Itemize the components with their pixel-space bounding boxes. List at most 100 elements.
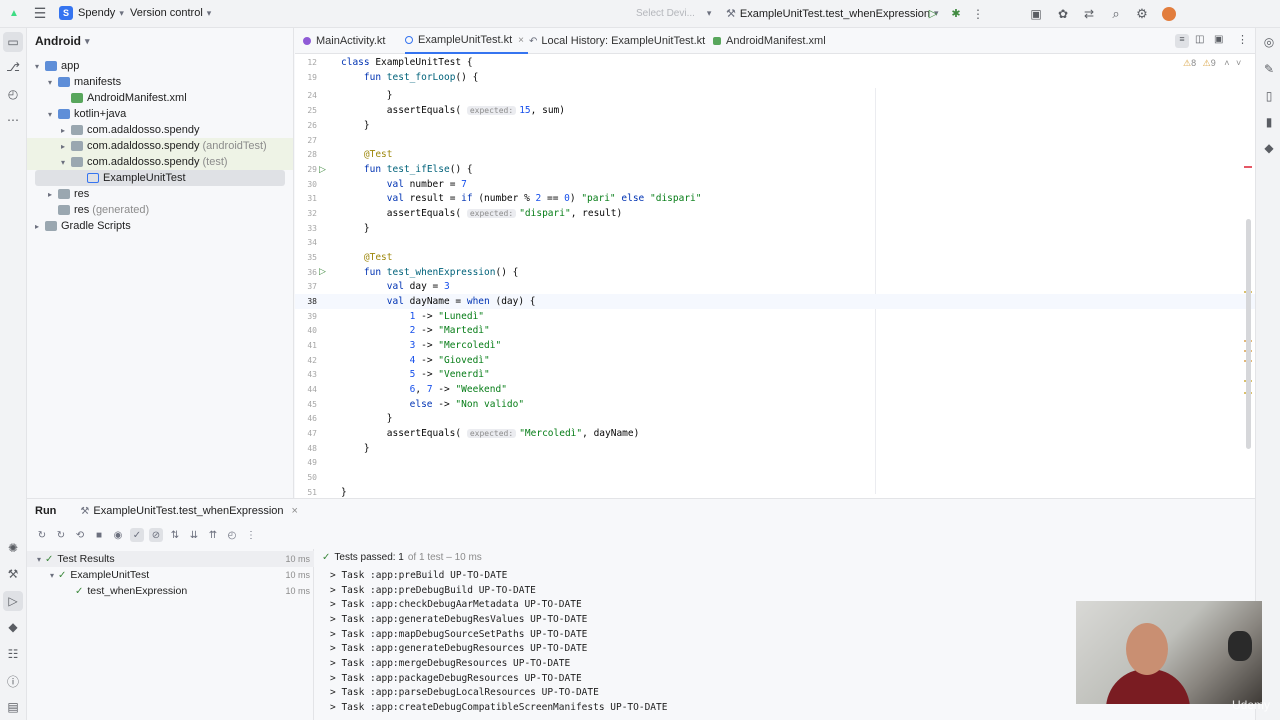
tree-item-res-generated[interactable]: res (generated) — [58, 202, 149, 218]
run-test-gutter-icon[interactable]: ▷ — [319, 164, 326, 175]
code-line: else -> "Non valido" — [409, 399, 525, 410]
plugin-icon[interactable]: ✿ — [1056, 3, 1070, 25]
chevron-right-icon: ▸ — [61, 141, 66, 151]
tab-exampleunittest[interactable]: ExampleUnitTest.kt × — [405, 28, 528, 54]
tree-item-package-test[interactable]: ▾ com.adaldosso.spendy (test) — [27, 154, 293, 170]
gemini-icon[interactable]: ◆ — [1261, 140, 1277, 156]
tree-item-label: com.adaldosso.spendy — [87, 156, 200, 168]
sort-icon[interactable]: ⇅ — [168, 528, 182, 542]
history-icon[interactable]: ◴ — [225, 528, 239, 542]
vcs-selector[interactable]: Version control ▾ — [130, 7, 211, 19]
more-tools-icon[interactable]: ⋯ — [5, 112, 21, 128]
sync-icon[interactable]: ⇄ — [1082, 3, 1096, 25]
more-tabs-icon[interactable]: ⋮ — [1237, 33, 1248, 46]
main-menu-icon[interactable]: ☰ — [32, 3, 48, 25]
stop-icon[interactable]: ■ — [92, 528, 106, 542]
run-tab-title[interactable]: Run — [35, 505, 56, 517]
collapse-all-icon[interactable]: ⇈ — [206, 528, 220, 542]
tab-androidmanifest[interactable]: AndroidManifest.xml — [713, 28, 826, 54]
problems-icon[interactable]: ⓘ — [5, 673, 21, 689]
notifications-icon[interactable]: ◎ — [1261, 34, 1277, 50]
test-class-icon — [405, 36, 413, 44]
passed-check-icon: ✓ — [45, 553, 54, 565]
code-line: fun test_whenExpression() { — [363, 267, 519, 278]
gradle-icon[interactable]: ✎ — [1261, 61, 1277, 77]
eye-icon[interactable]: ◉ — [111, 528, 125, 542]
line-number: 35 — [307, 253, 317, 262]
line-number: 40 — [307, 326, 317, 335]
tree-item-label: manifests — [74, 76, 122, 88]
test-node-label: test_whenExpression — [87, 585, 188, 597]
running-devices-icon[interactable]: ▮ — [1261, 114, 1277, 130]
tree-item-res[interactable]: ▸ res — [48, 186, 89, 202]
preview-icon[interactable]: ▣ — [1214, 34, 1223, 45]
code-line: class ExampleUnitTest { — [341, 57, 473, 68]
more-icon[interactable]: ⋮ — [244, 528, 258, 542]
code-line: fun test_forLoop() { — [363, 72, 479, 83]
bug-icon[interactable]: ✺ — [5, 540, 21, 556]
settings-gear-icon[interactable]: ⚙ — [1135, 3, 1149, 25]
rerun-icon[interactable]: ↻ — [35, 528, 49, 542]
line-number: 36 — [307, 268, 317, 277]
toggle-auto-test-icon[interactable]: ⟲ — [73, 528, 87, 542]
tree-item-gradle-scripts[interactable]: ▸ Gradle Scripts — [35, 218, 131, 234]
tree-item-androidmanifest[interactable]: AndroidManifest.xml — [71, 90, 187, 106]
terminal-icon[interactable]: ▤ — [5, 699, 21, 715]
vcs-commit-icon[interactable]: ⎇ — [5, 59, 21, 75]
console-line: > Task :app:createDebugCompatibleScreenM… — [330, 702, 668, 713]
code-line: 3 -> "Mercoledì" — [409, 340, 502, 351]
test-class-icon — [87, 173, 99, 183]
show-ignored-icon[interactable]: ⊘ — [149, 528, 163, 542]
code-line: } — [341, 487, 347, 498]
debug-icon[interactable]: ✱ — [949, 3, 963, 25]
weak-warning-icon: ⚠ — [1202, 58, 1211, 68]
test-class-node[interactable]: ▾ ✓ ExampleUnitTest 10 ms — [27, 567, 314, 583]
close-icon[interactable]: × — [518, 35, 524, 46]
inspection-widget[interactable]: ⚠8 ⚠9 ˄ ˅ — [1183, 58, 1241, 69]
device-selector[interactable]: Select Devi... ▾ — [636, 8, 711, 19]
tab-mainactivity[interactable]: MainActivity.kt — [303, 28, 385, 54]
tab-local-history[interactable]: ↶ Local History: ExampleUnitTest.kt — [529, 28, 705, 54]
folder-icon — [58, 189, 70, 199]
project-folder-icon[interactable]: ▭ — [3, 32, 23, 52]
chevron-down-icon[interactable]: ˅ — [1236, 58, 1241, 68]
project-view-selector[interactable]: Android ▾ — [27, 28, 293, 54]
run-test-gutter-icon[interactable]: ▷ — [319, 266, 326, 277]
microphone — [1228, 631, 1252, 661]
gem-icon[interactable]: ◆ — [5, 619, 21, 635]
tree-item-package-androidtest[interactable]: ▸ com.adaldosso.spendy (androidTest) — [27, 138, 293, 154]
more-actions-icon[interactable]: ⋮ — [972, 3, 984, 25]
show-passed-icon[interactable]: ✓ — [130, 528, 144, 542]
build-hammer-icon[interactable]: ⚒ — [5, 566, 21, 582]
search-icon[interactable]: ⌕ — [1109, 3, 1123, 25]
tree-item-exampleunittest[interactable]: ExampleUnitTest — [35, 170, 285, 186]
close-icon[interactable]: × — [292, 505, 298, 517]
editor-scrollbar[interactable] — [1246, 219, 1251, 449]
device-manager-icon[interactable]: ▣ — [1029, 3, 1043, 25]
avatar[interactable] — [1162, 7, 1176, 21]
tree-item-app[interactable]: ▾ app — [35, 58, 79, 74]
history-icon[interactable]: ◴ — [5, 86, 21, 102]
project-selector[interactable]: S Spendy ▾ — [59, 6, 124, 20]
run-icon[interactable]: ▷ — [926, 3, 940, 25]
code-editor[interactable]: ⚠8 ⚠9 ˄ ˅ 12 19 24 25 26 27 28 29 30 31 … — [295, 54, 1255, 498]
expand-all-icon[interactable]: ⇊ — [187, 528, 201, 542]
code-line: } — [341, 413, 393, 424]
run-config-selector[interactable]: ⚒ ExampleUnitTest.test_whenExpression ▾ — [726, 7, 939, 21]
test-results-root[interactable]: ▾ ✓ Test Results 10 ms — [27, 551, 314, 567]
test-method-node[interactable]: ✓ test_whenExpression 10 ms — [27, 583, 314, 599]
split-view-icon[interactable]: ◫ — [1195, 34, 1204, 45]
tree-item-kotlin-java[interactable]: ▾ kotlin+java — [48, 106, 126, 122]
logcat-icon[interactable]: ☷ — [5, 646, 21, 662]
reader-mode-icon[interactable]: ≡ — [1175, 34, 1189, 48]
line-number: 24 — [307, 91, 317, 100]
run-config-tab[interactable]: ⚒ ExampleUnitTest.test_whenExpression × — [80, 505, 298, 517]
tree-item-label: com.adaldosso.spendy — [87, 124, 200, 136]
tree-item-package-main[interactable]: ▸ com.adaldosso.spendy — [61, 122, 200, 138]
rerun-failed-icon[interactable]: ↻ — [54, 528, 68, 542]
chevron-up-icon[interactable]: ˄ — [1224, 58, 1229, 68]
tree-item-manifests[interactable]: ▾ manifests — [48, 74, 121, 90]
device-mirror-icon[interactable]: ▯ — [1261, 88, 1277, 104]
run-tool-icon[interactable]: ▷ — [3, 591, 23, 611]
param-hint: expected: — [466, 106, 517, 115]
